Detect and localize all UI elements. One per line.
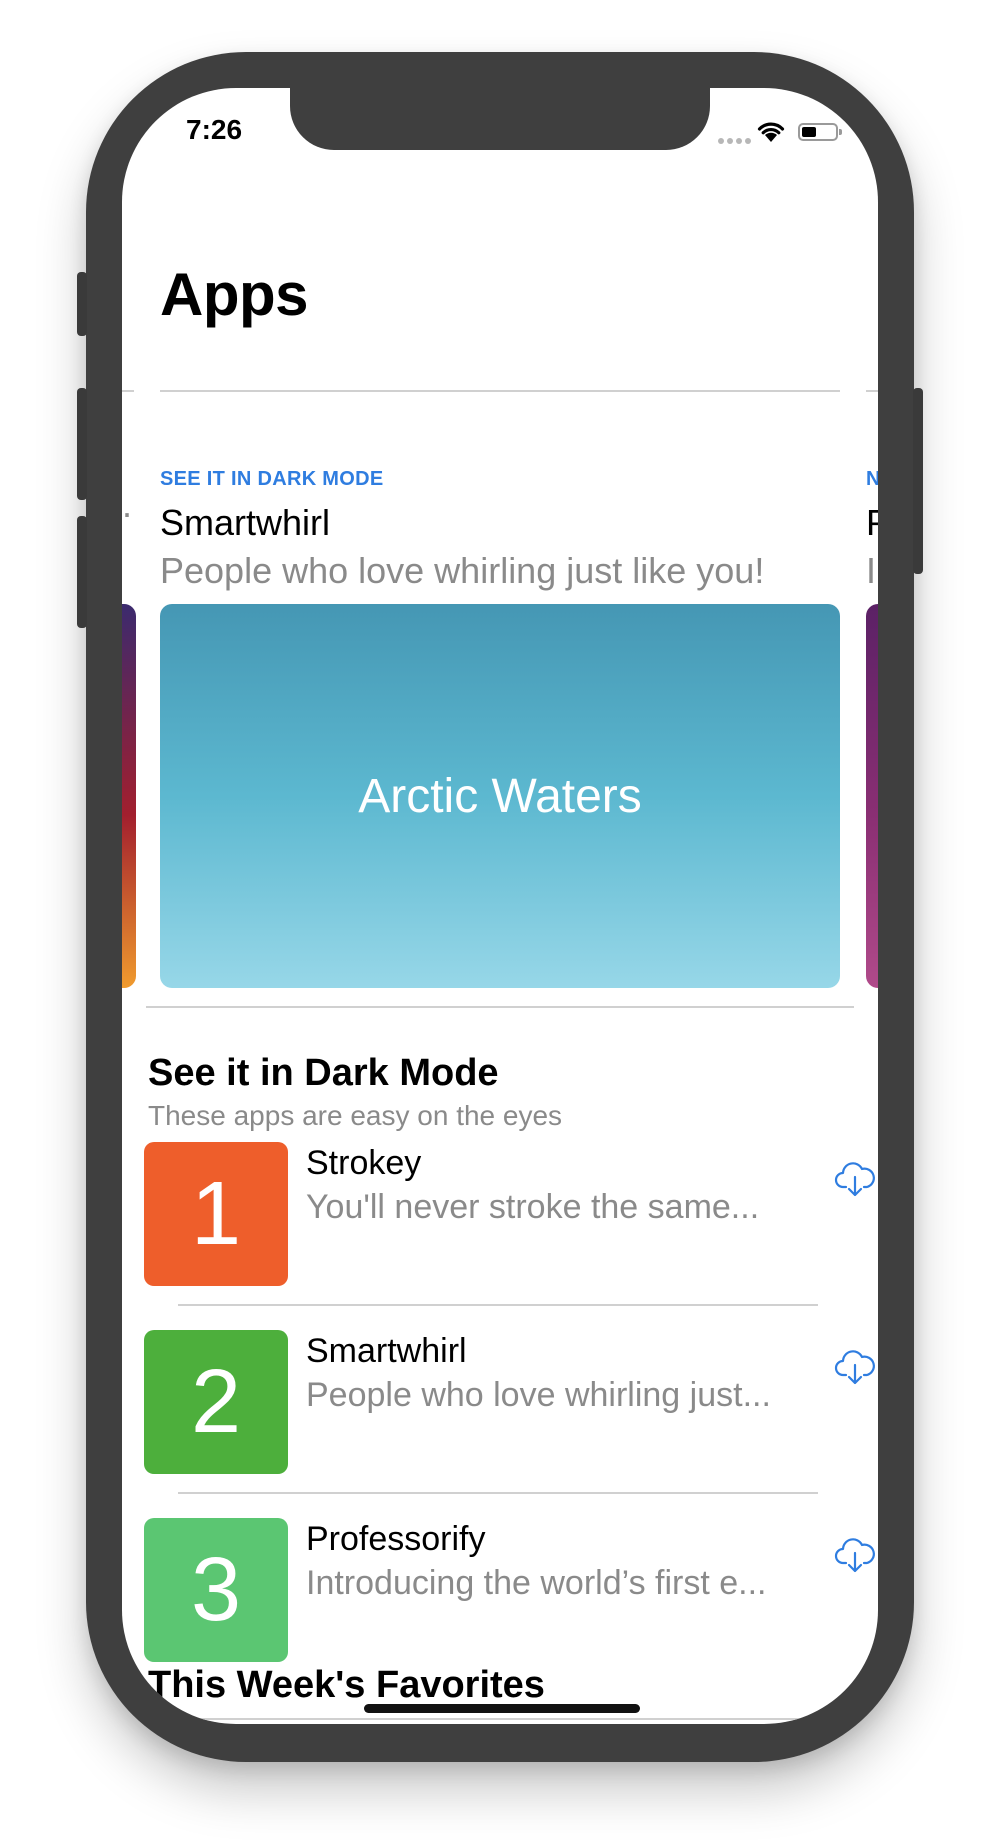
app-rank: 1 xyxy=(190,1163,242,1264)
row-divider xyxy=(178,1492,818,1494)
section-title: See it in Dark Mode xyxy=(148,1052,499,1094)
volume-down-button xyxy=(77,516,87,628)
featured-card-title: Arctic Waters xyxy=(358,769,642,823)
battery-icon xyxy=(798,123,842,141)
featured-tag: SEE IT IN DARK MODE xyxy=(160,468,384,490)
featured-card[interactable]: Arctic Waters xyxy=(160,604,840,988)
status-time: 7:26 xyxy=(186,114,243,145)
next-card-peek-name: P xyxy=(866,502,878,544)
download-cloud-icon[interactable] xyxy=(834,1534,876,1576)
section-divider xyxy=(146,1006,854,1008)
volume-up-button xyxy=(77,388,87,500)
app-rank: 2 xyxy=(190,1351,242,1452)
next-card-peek[interactable] xyxy=(866,604,878,988)
app-icon: 2 xyxy=(144,1330,288,1474)
cellular-signal-icon xyxy=(718,138,751,144)
featured-app-name: Smartwhirl xyxy=(160,502,331,543)
mute-switch xyxy=(77,272,87,336)
app-screen: 7:26 Apps . N P I SEE IT IN DARK MODE Sm… xyxy=(122,88,878,1724)
next-card-peek-description: I xyxy=(866,550,877,591)
download-cloud-icon[interactable] xyxy=(834,1158,876,1200)
next-card-peek-tag: N xyxy=(866,468,878,490)
app-description: You'll never stroke the same... xyxy=(306,1188,760,1226)
download-cloud-icon[interactable] xyxy=(834,1346,876,1388)
home-indicator[interactable] xyxy=(364,1704,640,1713)
carousel-left-divider xyxy=(122,390,134,392)
previous-card-peek[interactable] xyxy=(122,604,136,988)
featured-description: People who love whirling just like you! xyxy=(160,550,765,591)
app-row[interactable]: 2 Smartwhirl People who love whirling ju… xyxy=(144,1330,875,1474)
app-description: People who love whirling just... xyxy=(306,1376,771,1414)
app-name: Professorify xyxy=(306,1520,486,1558)
power-button xyxy=(913,388,923,574)
notch xyxy=(290,88,710,150)
section-divider xyxy=(146,1718,854,1720)
section-subtitle: These apps are easy on the eyes xyxy=(148,1100,563,1131)
app-rank: 3 xyxy=(190,1539,242,1640)
page-title: Apps xyxy=(160,261,309,328)
app-icon: 3 xyxy=(144,1518,288,1662)
app-row[interactable]: 1 Strokey You'll never stroke the same..… xyxy=(144,1142,875,1286)
app-icon: 1 xyxy=(144,1142,288,1286)
app-name: Strokey xyxy=(306,1144,422,1182)
row-divider xyxy=(178,1304,818,1306)
app-description: Introducing the world’s first e... xyxy=(306,1564,767,1602)
favorites-section-title: This Week's Favorites xyxy=(148,1664,545,1706)
carousel-divider xyxy=(160,390,840,392)
carousel-right-divider xyxy=(866,390,878,392)
wifi-icon xyxy=(757,122,785,142)
app-name: Smartwhirl xyxy=(306,1332,467,1370)
previous-card-peek-text: . xyxy=(122,484,133,525)
app-row[interactable]: 3 Professorify Introducing the world’s f… xyxy=(144,1518,875,1662)
